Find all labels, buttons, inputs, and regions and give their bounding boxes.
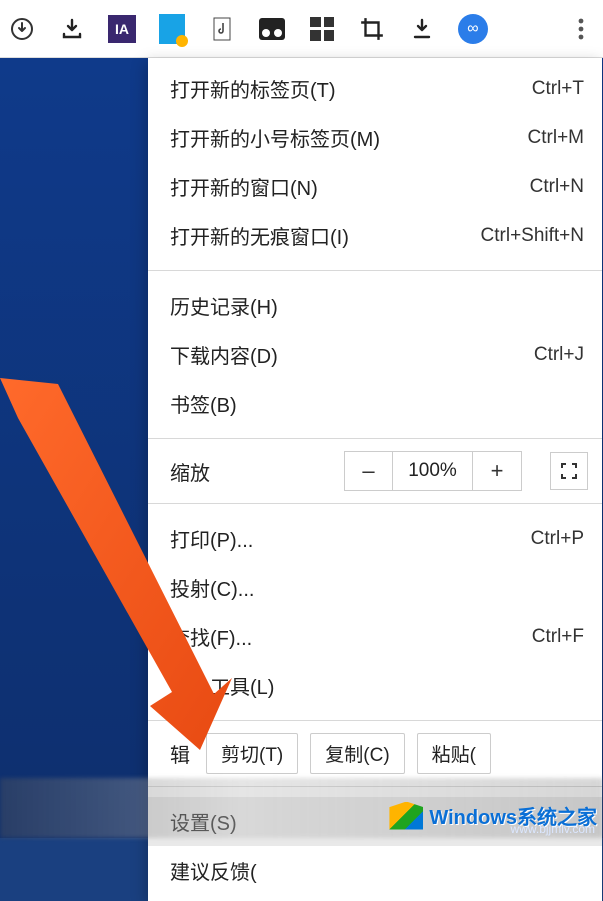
menu-item-shortcut: Ctrl+M bbox=[528, 127, 584, 149]
menu-item-shortcut: Ctrl+F bbox=[532, 626, 584, 648]
fullscreen-button[interactable] bbox=[550, 452, 588, 490]
menu-item-find[interactable]: 查找(F)... Ctrl+F bbox=[148, 612, 602, 661]
crop-icon[interactable] bbox=[358, 15, 386, 43]
edit-copy-button[interactable]: 复制(C) bbox=[310, 733, 404, 774]
menu-section-tools: 打印(P)... Ctrl+P 投射(C)... 查找(F)... Ctrl+F… bbox=[148, 508, 602, 716]
profile-avatar[interactable]: ∞ bbox=[458, 14, 488, 44]
menu-item-label: 建议反馈( bbox=[170, 856, 257, 885]
menu-item-new-incognito[interactable]: 打开新的无痕窗口(I) Ctrl+Shift+N bbox=[148, 211, 602, 260]
edit-cut-button[interactable]: 剪切(T) bbox=[206, 733, 298, 774]
menu-separator bbox=[148, 503, 602, 504]
menu-item-zoom: 缩放 – 100% + bbox=[148, 443, 602, 499]
edit-paste-button[interactable]: 粘贴( bbox=[417, 733, 491, 774]
zoom-label: 缩放 bbox=[170, 457, 210, 486]
zoom-in-button[interactable]: + bbox=[473, 452, 521, 490]
ia-extension-icon[interactable]: IA bbox=[108, 15, 136, 43]
file-download-extension-icon[interactable] bbox=[158, 15, 186, 43]
menu-item-new-tab[interactable]: 打开新的标签页(T) Ctrl+T bbox=[148, 64, 602, 113]
menu-item-label: 打开新的无痕窗口(I) bbox=[170, 221, 349, 250]
download-tray-icon[interactable] bbox=[58, 15, 86, 43]
circle-download-icon[interactable] bbox=[8, 15, 36, 43]
menu-item-feedback[interactable]: 建议反馈( bbox=[148, 846, 602, 895]
menu-item-print[interactable]: 打印(P)... Ctrl+P bbox=[148, 514, 602, 563]
menu-item-history[interactable]: 历史记录(H) bbox=[148, 281, 602, 330]
menu-item-shortcut: Ctrl+Shift+N bbox=[481, 225, 584, 247]
grid-extension-icon[interactable] bbox=[308, 15, 336, 43]
avatar-symbol: ∞ bbox=[467, 20, 478, 38]
windows-logo-icon bbox=[389, 802, 423, 830]
menu-item-label: 打印(P)... bbox=[170, 524, 253, 553]
menu-item-shortcut: Ctrl+J bbox=[534, 344, 584, 366]
download-arrow-icon[interactable] bbox=[408, 15, 436, 43]
menu-item-downloads[interactable]: 下载内容(D) Ctrl+J bbox=[148, 330, 602, 379]
menu-item-label: 查找(F)... bbox=[170, 622, 252, 651]
menu-item-label: 打开新的小号标签页(M) bbox=[170, 123, 380, 152]
menu-item-more-tools[interactable]: 更多工具(L) bbox=[148, 661, 602, 710]
browser-toolbar: IA ∞ bbox=[0, 0, 603, 58]
menu-section-new: 打开新的标签页(T) Ctrl+T 打开新的小号标签页(M) Ctrl+M 打开… bbox=[148, 58, 602, 266]
menu-item-label: 书签(B) bbox=[170, 389, 237, 418]
menu-separator bbox=[148, 438, 602, 439]
menu-item-new-small-tab[interactable]: 打开新的小号标签页(M) Ctrl+M bbox=[148, 113, 602, 162]
menu-item-label: 打开新的标签页(T) bbox=[170, 74, 336, 103]
watermark: Windows系统之家 www.bjjmlv.com bbox=[389, 801, 597, 830]
watermark-url: www.bjjmlv.com bbox=[511, 822, 595, 836]
menu-item-label: 更多工具(L) bbox=[170, 671, 274, 700]
edit-label: 辑 bbox=[170, 739, 190, 768]
menu-item-shortcut: Ctrl+P bbox=[531, 528, 584, 550]
menu-item-cast[interactable]: 投射(C)... bbox=[148, 563, 602, 612]
image-extension-icon[interactable] bbox=[258, 15, 286, 43]
menu-item-new-window[interactable]: 打开新的窗口(N) Ctrl+N bbox=[148, 162, 602, 211]
menu-item-shortcut: Ctrl+T bbox=[532, 78, 584, 100]
zoom-value: 100% bbox=[393, 452, 473, 490]
menu-item-bookmarks[interactable]: 书签(B) bbox=[148, 379, 602, 428]
menu-item-label: 历史记录(H) bbox=[170, 291, 278, 320]
menu-item-label: 投射(C)... bbox=[170, 573, 254, 602]
main-menu-dropdown: 打开新的标签页(T) Ctrl+T 打开新的小号标签页(M) Ctrl+M 打开… bbox=[148, 58, 602, 901]
menu-item-label: 下载内容(D) bbox=[170, 340, 278, 369]
menu-separator bbox=[148, 270, 602, 271]
zoom-out-button[interactable]: – bbox=[345, 452, 393, 490]
menu-item-label: 打开新的窗口(N) bbox=[170, 172, 318, 201]
menu-separator bbox=[148, 720, 602, 721]
menu-section-history: 历史记录(H) 下载内容(D) Ctrl+J 书签(B) bbox=[148, 275, 602, 434]
menu-item-shortcut: Ctrl+N bbox=[530, 176, 584, 198]
zoom-controls: – 100% + bbox=[344, 451, 522, 491]
music-note-extension-icon[interactable] bbox=[208, 15, 236, 43]
menu-kebab-icon[interactable] bbox=[567, 15, 595, 43]
page-body: 打开新的标签页(T) Ctrl+T 打开新的小号标签页(M) Ctrl+M 打开… bbox=[0, 58, 603, 838]
menu-item-edit-row: 辑 剪切(T) 复制(C) 粘贴( bbox=[148, 725, 602, 782]
